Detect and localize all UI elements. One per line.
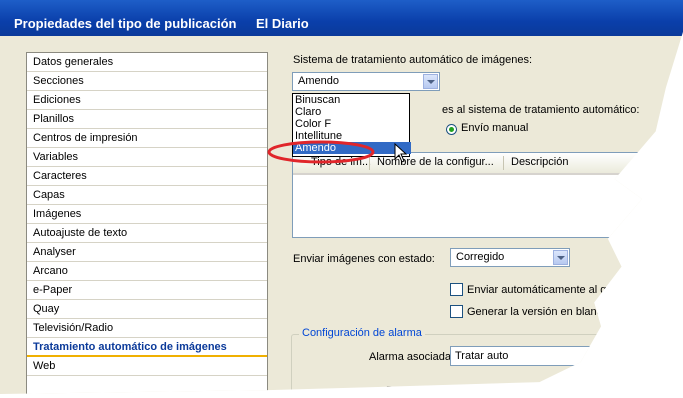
sidebar-item-imagenes[interactable]: Imágenes — [27, 205, 267, 224]
dropdown-option-claro[interactable]: Claro — [293, 106, 411, 118]
alarm-group-label: Configuración de alarma — [299, 327, 425, 339]
sidebar-item-planillos[interactable]: Planillos — [27, 110, 267, 129]
annotation-circle-icon — [267, 140, 375, 164]
dropdown-option-color-f[interactable]: Color F — [293, 118, 411, 130]
sidebar-item-autoajuste[interactable]: Autoajuste de texto — [27, 224, 267, 243]
alarm-groupbox — [291, 334, 683, 395]
window-subtitle: El Diario — [256, 16, 309, 31]
blank-version-label: Generar la versión en blanc — [467, 306, 603, 318]
sidebar-item-television-radio[interactable]: Televisión/Radio — [27, 319, 267, 338]
title-bar: Propiedades del tipo de publicación El D… — [0, 0, 683, 36]
alarm-assoc-label: Alarma asociada: — [369, 351, 454, 363]
chevron-down-icon[interactable] — [553, 250, 568, 265]
sidebar-item-variables[interactable]: Variables — [27, 148, 267, 167]
sidebar-item-label: e-Paper — [33, 284, 73, 296]
sidebar-item-label: Quay — [33, 303, 60, 315]
system-label: Sistema de tratamiento automático de imá… — [293, 54, 533, 66]
send-label: es al sistema de tratamiento automático: — [442, 104, 640, 116]
sidebar-item-label: Capas — [33, 189, 65, 201]
blank-version-checkbox[interactable] — [450, 305, 463, 318]
sidebar-item-label: Variables — [33, 151, 79, 163]
sidebar-item-label: Autoajuste de texto — [33, 227, 128, 239]
send-status-value: Corregido — [456, 251, 505, 263]
sidebar-item-label: Ediciones — [33, 94, 81, 106]
sidebar-item-tratamiento-automatico[interactable]: Tratamiento automático de imágenes — [27, 338, 267, 357]
sidebar-item-epaper[interactable]: e-Paper — [27, 281, 267, 300]
sidebar-item-label: Arcano — [33, 265, 68, 277]
radio-manual[interactable] — [446, 124, 457, 135]
sidebar-item-ediciones[interactable]: Ediciones — [27, 91, 267, 110]
auto-send-label: Enviar automáticamente al gr — [467, 284, 611, 296]
sidebar-item-label: Centros de impresión — [33, 132, 138, 144]
description-label: Descripción: — [386, 385, 447, 397]
sidebar-item-label: Datos generales — [33, 56, 114, 68]
send-status-label: Enviar imágenes con estado: — [293, 253, 435, 265]
alarm-assoc-input[interactable]: Tratar auto — [450, 346, 600, 366]
mouse-cursor-icon — [394, 143, 408, 163]
sidebar-item-label: Secciones — [33, 75, 84, 87]
radio-manual-label: Envío manual — [461, 122, 529, 134]
sidebar-item-secciones[interactable]: Secciones — [27, 72, 267, 91]
sidebar-item-label: Tratamiento automático de imágenes — [33, 341, 227, 353]
window-title: Propiedades del tipo de publicación — [14, 16, 237, 31]
properties-window: Propiedades del tipo de publicación El D… — [0, 0, 683, 397]
sidebar-item-quay[interactable]: Quay — [27, 300, 267, 319]
sidebar-item-centros-impresion[interactable]: Centros de impresión — [27, 129, 267, 148]
dropdown-option-binuscan[interactable]: Binuscan — [293, 94, 411, 106]
sidebar-item-label: Web — [33, 360, 56, 372]
sidebar-item-label: Televisión/Radio — [33, 322, 114, 334]
sidebar-item-arcano[interactable]: Arcano — [27, 262, 267, 281]
sidebar-item-web[interactable]: Web — [27, 357, 267, 376]
radio-dot-icon — [449, 127, 454, 132]
column-header-descripcion[interactable]: Descripción — [511, 156, 568, 168]
sidebar-list: Datos generales Secciones Ediciones Plan… — [26, 52, 268, 395]
chevron-down-icon[interactable] — [423, 74, 438, 89]
sidebar-item-label: Analyser — [33, 246, 76, 258]
sidebar-item-datos-generales[interactable]: Datos generales — [27, 53, 267, 72]
sidebar-item-analyser[interactable]: Analyser — [27, 243, 267, 262]
sidebar-item-caracteres[interactable]: Caracteres — [27, 167, 267, 186]
sidebar-item-capas[interactable]: Capas — [27, 186, 267, 205]
alarm-assoc-value: Tratar auto — [455, 350, 509, 362]
system-select-value: Amendo — [298, 75, 339, 87]
sidebar-item-label: Imágenes — [33, 208, 82, 220]
auto-send-checkbox[interactable] — [450, 283, 463, 296]
sidebar-item-label: Caracteres — [33, 170, 87, 182]
system-select[interactable]: Amendo — [292, 72, 440, 91]
column-divider[interactable] — [503, 156, 504, 170]
sidebar-item-label: Planillos — [33, 113, 74, 125]
send-status-select[interactable]: Corregido — [450, 248, 570, 267]
